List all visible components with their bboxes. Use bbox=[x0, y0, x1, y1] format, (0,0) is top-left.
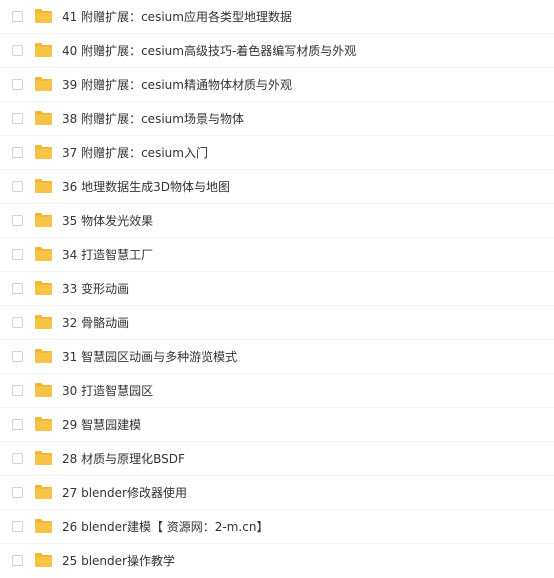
folder-name[interactable]: 28 材质与原理化BSDF bbox=[62, 442, 185, 476]
folder-name[interactable]: 27 blender修改器使用 bbox=[62, 476, 187, 510]
folder-name[interactable]: 35 物体发光效果 bbox=[62, 204, 153, 238]
folder-name[interactable]: 29 智慧园建模 bbox=[62, 408, 141, 442]
list-item[interactable]: 40 附赠扩展：cesium高级技巧-着色器编写材质与外观 bbox=[0, 34, 554, 68]
folder-name[interactable]: 26 blender建模【 资源网：2-m.cn】 bbox=[62, 510, 268, 544]
folder-icon bbox=[34, 178, 53, 194]
folder-icon bbox=[34, 552, 53, 568]
folder-icon bbox=[34, 76, 53, 92]
folder-icon bbox=[34, 280, 53, 296]
list-item[interactable]: 41 附赠扩展：cesium应用各类型地理数据 bbox=[0, 0, 554, 34]
folder-icon bbox=[34, 484, 53, 500]
row-checkbox[interactable] bbox=[12, 419, 23, 430]
folder-icon bbox=[34, 8, 53, 24]
row-checkbox[interactable] bbox=[12, 385, 23, 396]
list-item[interactable]: 27 blender修改器使用 bbox=[0, 476, 554, 510]
list-item[interactable]: 37 附赠扩展：cesium入门 bbox=[0, 136, 554, 170]
list-item[interactable]: 34 打造智慧工厂 bbox=[0, 238, 554, 272]
folder-icon bbox=[34, 348, 53, 364]
folder-icon bbox=[34, 518, 53, 534]
row-checkbox[interactable] bbox=[12, 283, 23, 294]
folder-name[interactable]: 34 打造智慧工厂 bbox=[62, 238, 153, 272]
folder-icon bbox=[34, 212, 53, 228]
folder-name[interactable]: 37 附赠扩展：cesium入门 bbox=[62, 136, 208, 170]
folder-name[interactable]: 32 骨骼动画 bbox=[62, 306, 129, 340]
list-item[interactable]: 35 物体发光效果 bbox=[0, 204, 554, 238]
list-item[interactable]: 31 智慧园区动画与多种游览模式 bbox=[0, 340, 554, 374]
folder-icon bbox=[34, 382, 53, 398]
list-item[interactable]: 36 地理数据生成3D物体与地图 bbox=[0, 170, 554, 204]
row-checkbox[interactable] bbox=[12, 79, 23, 90]
row-checkbox[interactable] bbox=[12, 555, 23, 566]
folder-name[interactable]: 36 地理数据生成3D物体与地图 bbox=[62, 170, 230, 204]
folder-icon bbox=[34, 416, 53, 432]
file-list: 41 附赠扩展：cesium应用各类型地理数据 40 附赠扩展：cesium高级技… bbox=[0, 0, 554, 578]
row-checkbox[interactable] bbox=[12, 215, 23, 226]
row-checkbox[interactable] bbox=[12, 11, 23, 22]
folder-name[interactable]: 33 变形动画 bbox=[62, 272, 129, 306]
row-checkbox[interactable] bbox=[12, 317, 23, 328]
list-item[interactable]: 39 附赠扩展：cesium精通物体材质与外观 bbox=[0, 68, 554, 102]
list-item[interactable]: 38 附赠扩展：cesium场景与物体 bbox=[0, 102, 554, 136]
folder-icon bbox=[34, 110, 53, 126]
row-checkbox[interactable] bbox=[12, 351, 23, 362]
list-item[interactable]: 28 材质与原理化BSDF bbox=[0, 442, 554, 476]
folder-name[interactable]: 25 blender操作教学 bbox=[62, 544, 175, 578]
folder-icon bbox=[34, 314, 53, 330]
folder-name[interactable]: 31 智慧园区动画与多种游览模式 bbox=[62, 340, 237, 374]
row-checkbox[interactable] bbox=[12, 521, 23, 532]
folder-name[interactable]: 40 附赠扩展：cesium高级技巧-着色器编写材质与外观 bbox=[62, 34, 356, 68]
row-checkbox[interactable] bbox=[12, 249, 23, 260]
list-item[interactable]: 30 打造智慧园区 bbox=[0, 374, 554, 408]
list-item[interactable]: 25 blender操作教学 bbox=[0, 544, 554, 578]
folder-icon bbox=[34, 246, 53, 262]
folder-name[interactable]: 38 附赠扩展：cesium场景与物体 bbox=[62, 102, 244, 136]
list-item[interactable]: 29 智慧园建模 bbox=[0, 408, 554, 442]
row-checkbox[interactable] bbox=[12, 113, 23, 124]
row-checkbox[interactable] bbox=[12, 453, 23, 464]
row-checkbox[interactable] bbox=[12, 45, 23, 56]
list-item[interactable]: 32 骨骼动画 bbox=[0, 306, 554, 340]
folder-name[interactable]: 30 打造智慧园区 bbox=[62, 374, 153, 408]
list-item[interactable]: 33 变形动画 bbox=[0, 272, 554, 306]
folder-icon bbox=[34, 144, 53, 160]
folder-name[interactable]: 39 附赠扩展：cesium精通物体材质与外观 bbox=[62, 68, 292, 102]
row-checkbox[interactable] bbox=[12, 147, 23, 158]
row-checkbox[interactable] bbox=[12, 487, 23, 498]
folder-name[interactable]: 41 附赠扩展：cesium应用各类型地理数据 bbox=[62, 0, 292, 34]
row-checkbox[interactable] bbox=[12, 181, 23, 192]
list-item[interactable]: 26 blender建模【 资源网：2-m.cn】 bbox=[0, 510, 554, 544]
folder-icon bbox=[34, 42, 53, 58]
folder-icon bbox=[34, 450, 53, 466]
